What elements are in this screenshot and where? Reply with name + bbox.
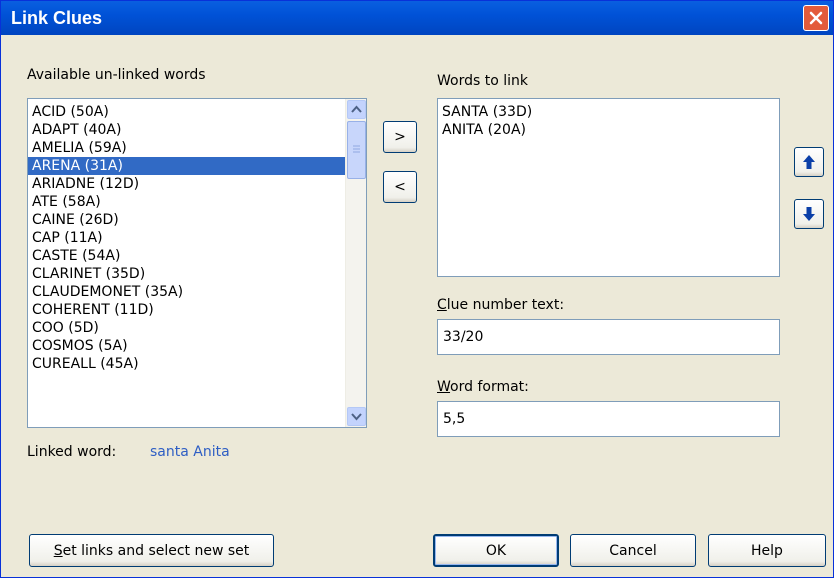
set-links-button[interactable]: Set links and select new set [29, 534, 274, 567]
list-item[interactable]: CAINE (26D) [28, 211, 366, 229]
add-word-button[interactable]: > [383, 121, 417, 153]
list-item[interactable]: COHERENT (11D) [28, 301, 366, 319]
list-item[interactable]: CUREALL (45A) [28, 355, 366, 373]
help-button[interactable]: Help [708, 534, 826, 567]
linked-word-value: santa Anita [150, 444, 230, 460]
clue-number-input[interactable]: 33/20 [437, 319, 780, 355]
word-format-input[interactable]: 5,5 [437, 401, 780, 437]
link-clues-dialog: Link Clues Available un-linked words ACI… [0, 0, 834, 578]
move-down-button[interactable] [794, 199, 824, 229]
list-item[interactable]: COO (5D) [28, 319, 366, 337]
clue-number-accel: C [437, 297, 447, 313]
word-format-label: Word format: [437, 379, 529, 395]
list-item[interactable]: ARIADNE (12D) [28, 175, 366, 193]
arrow-up-icon [803, 155, 815, 169]
grip-icon [353, 145, 360, 153]
chevron-up-icon [351, 105, 362, 113]
close-button[interactable] [803, 5, 829, 31]
set-links-label: et links and select new set [62, 542, 250, 559]
dialog-title: Link Clues [11, 8, 103, 28]
list-item[interactable]: CASTE (54A) [28, 247, 366, 265]
scroll-up-button[interactable] [347, 100, 366, 119]
move-up-button[interactable] [794, 147, 824, 177]
available-words-items: ACID (50A) ADAPT (40A) AMELIA (59A) ARENA (… [28, 99, 366, 373]
cancel-button[interactable]: Cancel [570, 534, 696, 567]
scroll-down-button[interactable] [347, 407, 366, 426]
list-item[interactable]: CAP (11A) [28, 229, 366, 247]
list-item[interactable]: CLARINET (35D) [28, 265, 366, 283]
list-item[interactable]: ACID (50A) [28, 103, 366, 121]
words-to-link-items: SANTA (33D) ANITA (20A) [438, 99, 779, 139]
words-to-link-label: Words to link [437, 73, 528, 89]
words-to-link-list[interactable]: SANTA (33D) ANITA (20A) [437, 98, 780, 277]
chevron-down-icon [351, 413, 362, 421]
list-item[interactable]: ARENA (31A) [28, 157, 366, 175]
close-icon [809, 11, 823, 25]
list-item[interactable]: ANITA (20A) [438, 121, 779, 139]
clue-number-label-text: lue number text: [446, 297, 565, 313]
remove-word-button[interactable]: < [383, 171, 417, 203]
word-format-accel: W [437, 379, 451, 395]
scroll-thumb[interactable] [347, 121, 366, 179]
list-item[interactable]: COSMOS (5A) [28, 337, 366, 355]
available-words-scrollbar[interactable] [345, 99, 366, 427]
list-item[interactable]: AMELIA (59A) [28, 139, 366, 157]
word-format-label-text: ord format: [450, 379, 529, 395]
list-item[interactable]: CLAUDEMONET (35A) [28, 283, 366, 301]
ok-button[interactable]: OK [433, 534, 559, 567]
clue-number-label: Clue number text: [437, 297, 564, 313]
arrow-down-icon [803, 207, 815, 221]
linked-word-label: Linked word: [27, 444, 117, 460]
list-item[interactable]: SANTA (33D) [438, 103, 779, 121]
set-links-accel: S [53, 542, 63, 559]
list-item[interactable]: ADAPT (40A) [28, 121, 366, 139]
available-words-list[interactable]: ACID (50A) ADAPT (40A) AMELIA (59A) ARENA (… [27, 98, 367, 428]
title-bar[interactable]: Link Clues [1, 1, 833, 35]
available-words-label: Available un-linked words [27, 67, 206, 83]
list-item[interactable]: ATE (58A) [28, 193, 366, 211]
